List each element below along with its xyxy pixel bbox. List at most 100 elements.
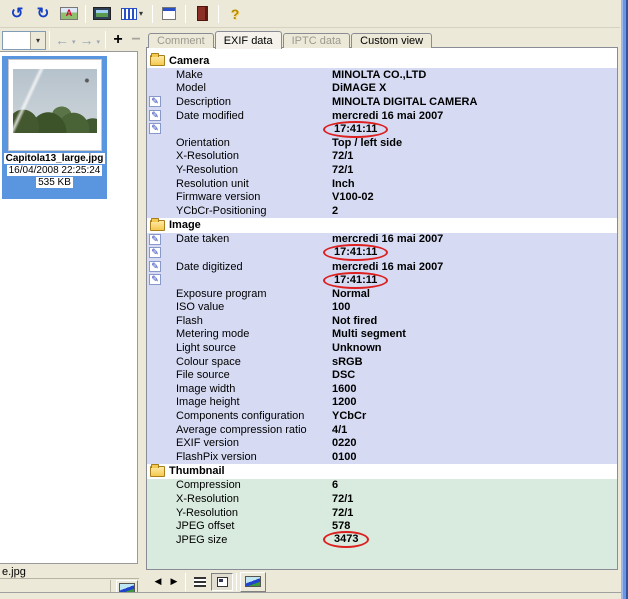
exif-row: Metering modeMulti segment [147,328,617,342]
exif-row: ✎17:41:11 [147,246,617,260]
exif-value: 72/1 [332,164,353,176]
exif-value-circled: 3473 [323,531,369,548]
rotate-left-button[interactable]: ↺ [4,3,30,25]
section-camera: CameraMakeMINOLTA CO.,LTDModelDiMAGE X✎D… [147,53,617,218]
rotate-right-button[interactable]: ↻ [30,3,56,25]
section-title: Image [169,219,201,231]
edit-pen-icon[interactable]: ✎ [149,96,161,107]
exif-viewer-window: ↺ ↻ A ▾ ? ▾ [0,0,628,599]
exif-label: ISO value [176,301,332,313]
exif-value: 0100 [332,451,356,463]
tab-comment[interactable]: Comment [148,33,214,48]
thumbnails-view-button[interactable]: ▾ [115,3,149,25]
list-view-toggle[interactable] [189,573,211,591]
forward-history-dropdown[interactable]: ▾ [97,38,101,46]
file-name-label: Capitola13_large.jpg [4,153,106,164]
properties-window-icon [162,7,176,20]
exif-value: Not fired [332,315,377,327]
file-list-panel[interactable]: Capitola13_large.jpg 16/04/2008 22:25:24… [0,51,138,564]
exif-label: Y-Resolution [176,507,332,519]
exif-row: Average compression ratio4/1 [147,423,617,437]
toolbar-separator [185,573,186,591]
annotate-button[interactable]: A [56,3,82,25]
forward-button[interactable]: → [78,29,96,51]
exif-row: JPEG size3473 [147,533,617,547]
zoom-combobox[interactable]: ▾ [2,31,46,50]
properties-button[interactable] [156,3,182,25]
picture-icon [245,576,261,587]
exif-label: Colour space [176,356,332,368]
back-arrow-icon: ← [55,32,69,48]
section-header: Camera [147,53,617,68]
selected-file-item[interactable]: Capitola13_large.jpg 16/04/2008 22:25:24… [2,56,107,199]
zoom-out-button[interactable]: − [127,29,145,51]
exif-label: Description [176,96,332,108]
exif-label: Average compression ratio [176,424,332,436]
window-right-border [621,0,628,599]
edit-pen-icon[interactable]: ✎ [149,123,161,134]
exif-row: ModelDiMAGE X [147,82,617,96]
exif-row: ✎ DescriptionMINOLTA DIGITAL CAMERA [147,95,617,109]
exif-label: Light source [176,342,332,354]
exif-row: Y-Resolution72/1 [147,163,617,177]
navigation-toolbar: ▾ ← ▾ → ▾ + − [0,29,145,51]
edit-pen-icon[interactable]: ✎ [149,261,161,272]
back-history-dropdown[interactable]: ▾ [72,38,76,46]
preview-toggle[interactable] [211,573,233,591]
toolbar-separator [105,31,106,49]
edit-pen-icon[interactable]: ✎ [149,234,161,245]
exif-label: Firmware version [176,191,332,203]
edit-pen-icon[interactable]: ✎ [149,247,161,258]
minus-icon: − [131,31,140,49]
thumbnail-image[interactable] [13,69,97,133]
exif-value: 2 [332,205,338,217]
exif-row: ✎Date modifiedmercredi 16 mai 2007 [147,109,617,123]
exif-row: Compression6 [147,479,617,493]
exif-row: Image height1200 [147,396,617,410]
image-view-button[interactable] [89,3,115,25]
exif-label: Metering mode [176,328,332,340]
exif-sections: CameraMakeMINOLTA CO.,LTDModelDiMAGE X✎D… [146,47,618,570]
exif-label: Flash [176,315,332,327]
exif-row: X-Resolution72/1 [147,150,617,164]
exif-row: Exposure programNormal [147,287,617,301]
next-item-button[interactable]: ▶ [166,573,182,591]
exit-button[interactable] [189,3,215,25]
rotate-right-icon: ↻ [37,7,50,21]
exif-value: 1600 [332,383,356,395]
edit-pen-icon[interactable]: ✎ [149,274,161,285]
section-header: Image [147,218,617,233]
combobox-dropdown-button[interactable]: ▾ [30,32,45,49]
back-button[interactable]: ← [53,29,71,51]
toolbar-separator [49,31,50,49]
exif-row: OrientationTop / left side [147,136,617,150]
exif-label: Date taken [176,233,332,245]
exif-value: 100 [332,301,350,313]
rotate-left-icon: ↺ [11,7,24,21]
exif-label: JPEG size [176,534,332,546]
section-title: Thumbnail [169,465,225,477]
previous-item-button[interactable]: ◀ [150,573,166,591]
section-header: Thumbnail [147,464,617,479]
exif-value: Normal [332,288,370,300]
folder-icon [150,466,165,477]
tab-exif-data[interactable]: EXIF data [215,31,282,49]
exif-label: Resolution unit [176,178,332,190]
chevron-down-icon: ▾ [36,36,40,45]
tab-iptc-data[interactable]: IPTC data [283,33,351,48]
exif-value: MINOLTA DIGITAL CAMERA [332,96,477,108]
left-status-text: e.jpg [2,566,132,578]
help-button[interactable]: ? [222,3,248,25]
exif-value: mercredi 16 mai 2007 [332,110,443,122]
exif-row: ✎17:41:11 [147,273,617,287]
edit-pen-icon[interactable]: ✎ [149,110,161,121]
toolbar-separator [152,5,153,23]
chevron-down-icon: ▾ [139,9,143,18]
tab-custom-view[interactable]: Custom view [351,33,432,48]
show-image-button[interactable] [240,572,266,592]
zoom-in-button[interactable]: + [109,29,127,51]
exif-row: Resolution unitInch [147,177,617,191]
exif-value: Unknown [332,342,382,354]
exif-value: sRGB [332,356,363,368]
exif-value: 1200 [332,396,356,408]
